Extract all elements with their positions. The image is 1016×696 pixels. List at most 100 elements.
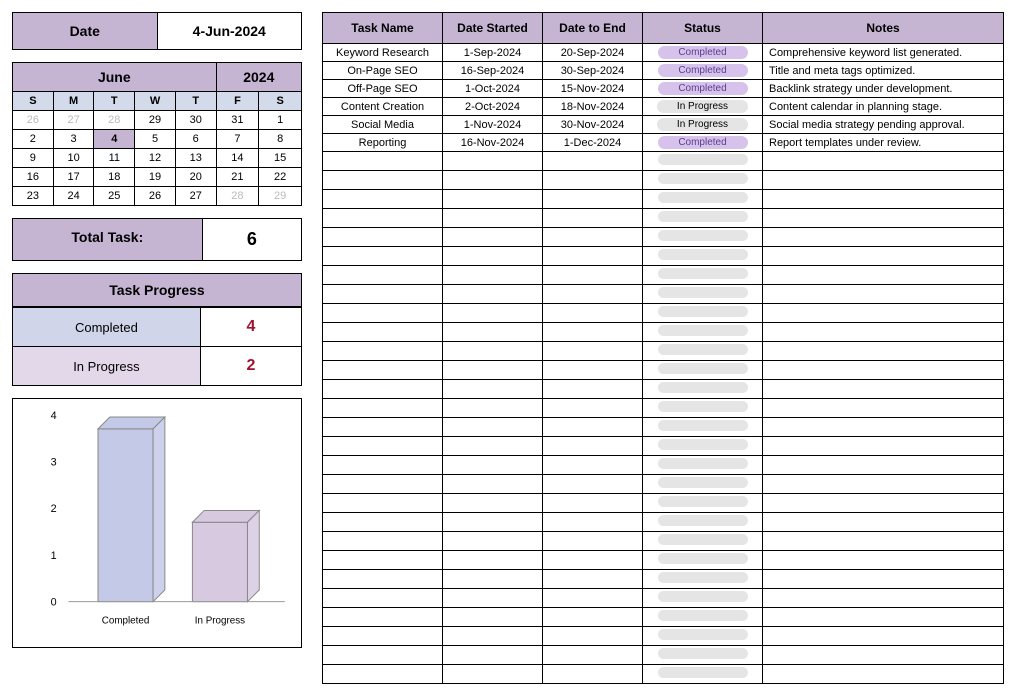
status-badge [658,667,748,678]
status-badge [658,325,748,336]
calendar-day[interactable]: 31 [216,111,259,130]
calendar-day[interactable]: 28 [94,111,135,130]
table-row [323,494,1004,513]
calendar-day[interactable]: 19 [135,168,176,187]
calendar-day[interactable]: 12 [135,149,176,168]
calendar-day[interactable]: 24 [53,187,94,206]
table-row: Off-Page SEO1-Oct-202415-Nov-2024Complet… [323,80,1004,98]
calendar-dow: F [216,92,259,111]
status-badge [658,287,748,298]
calendar-day[interactable]: 4 [94,130,135,149]
status-badge [658,610,748,621]
status-badge [658,648,748,659]
calendar-day[interactable]: 30 [175,111,216,130]
status-badge [658,629,748,640]
calendar-day[interactable]: 6 [175,130,216,149]
status-badge [658,306,748,317]
svg-text:1: 1 [51,550,57,562]
calendar-day[interactable]: 10 [53,149,94,168]
status-badge [658,230,748,241]
svg-text:4: 4 [51,410,57,422]
calendar-dow: S [13,92,54,111]
svg-text:2: 2 [51,503,57,515]
status-badge [658,534,748,545]
status-badge [658,477,748,488]
calendar-day[interactable]: 1 [259,111,302,130]
table-row [323,342,1004,361]
calendar-day[interactable]: 20 [175,168,216,187]
status-badge: In Progress [657,118,748,131]
calendar-day[interactable]: 18 [94,168,135,187]
status-badge: Completed [658,136,748,149]
svg-text:0: 0 [51,597,57,609]
tasks-header: Notes [763,13,1004,44]
table-row [323,608,1004,627]
calendar-day[interactable]: 28 [216,187,259,206]
calendar-day[interactable]: 2 [13,130,54,149]
calendar-day[interactable]: 13 [175,149,216,168]
calendar-day[interactable]: 11 [94,149,135,168]
status-badge [658,553,748,564]
status-badge [658,439,748,450]
calendar-day[interactable]: 29 [135,111,176,130]
calendar-year: 2024 [216,63,301,92]
calendar-day[interactable]: 22 [259,168,302,187]
calendar-day[interactable]: 21 [216,168,259,187]
status-badge [658,211,748,222]
table-row [323,532,1004,551]
table-row [323,665,1004,684]
status-badge [658,591,748,602]
calendar-dow: T [175,92,216,111]
status-badge [658,496,748,507]
calendar-day[interactable]: 27 [53,111,94,130]
task-progress-box: Task Progress Completed4In Progress2 [12,273,302,386]
table-row [323,627,1004,646]
calendar-day[interactable]: 29 [259,187,302,206]
tasks-header: Date Started [443,13,543,44]
status-badge [658,344,748,355]
table-row [323,171,1004,190]
status-badge [658,572,748,583]
table-row: Keyword Research1-Sep-202420-Sep-2024Com… [323,44,1004,62]
table-row [323,513,1004,532]
status-badge [658,515,748,526]
calendar-day[interactable]: 23 [13,187,54,206]
status-badge [658,363,748,374]
progress-label: In Progress [13,347,201,386]
date-value: 4-Jun-2024 [158,13,302,49]
calendar-day[interactable]: 15 [259,149,302,168]
table-row [323,551,1004,570]
table-row: On-Page SEO16-Sep-202430-Sep-2024Complet… [323,62,1004,80]
table-row: Social Media1-Nov-202430-Nov-2024In Prog… [323,116,1004,134]
calendar-month: June [13,63,217,92]
total-task-value: 6 [203,219,301,260]
calendar-day[interactable]: 27 [175,187,216,206]
total-task-box: Total Task: 6 [12,218,302,261]
calendar-dow: T [94,92,135,111]
table-row [323,209,1004,228]
status-badge: Completed [658,64,748,77]
calendar-day[interactable]: 9 [13,149,54,168]
calendar-day[interactable]: 3 [53,130,94,149]
calendar-day[interactable]: 25 [94,187,135,206]
progress-value: 4 [200,308,301,347]
calendar-day[interactable]: 14 [216,149,259,168]
status-badge [658,458,748,469]
calendar-day[interactable]: 26 [13,111,54,130]
svg-text:Completed: Completed [102,615,150,626]
calendar-day[interactable]: 7 [216,130,259,149]
table-row [323,437,1004,456]
calendar-day[interactable]: 8 [259,130,302,149]
table-row [323,418,1004,437]
table-row [323,646,1004,665]
calendar-day[interactable]: 26 [135,187,176,206]
chart: 01234CompletedIn Progress [12,398,302,648]
status-badge [658,420,748,431]
table-row [323,399,1004,418]
calendar-day[interactable]: 5 [135,130,176,149]
table-row [323,266,1004,285]
table-row [323,456,1004,475]
date-label: Date [13,13,158,49]
calendar-day[interactable]: 16 [13,168,54,187]
calendar-day[interactable]: 17 [53,168,94,187]
